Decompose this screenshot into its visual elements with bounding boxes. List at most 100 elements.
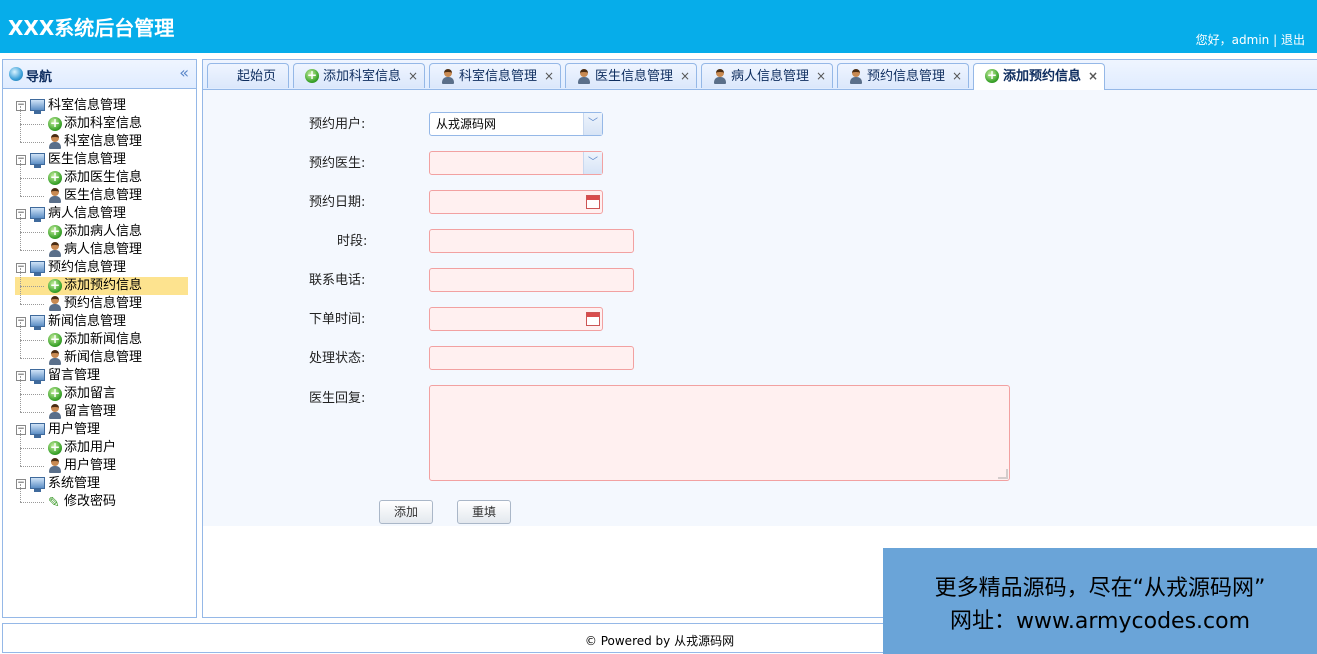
tree-line xyxy=(20,142,44,143)
tree-item[interactable]: + 添加医生信息 xyxy=(3,160,196,187)
calendar-icon[interactable] xyxy=(586,312,600,326)
tree-line xyxy=(20,430,21,448)
tree-line xyxy=(20,124,44,125)
collapse-toggle-icon[interactable]: − xyxy=(16,155,26,165)
tab-label: 预约信息管理 xyxy=(867,69,946,84)
add-icon: + xyxy=(48,170,62,185)
tree-item[interactable]: 病人信息管理 xyxy=(3,232,196,259)
period-label: 时段: xyxy=(337,234,368,249)
tree-line xyxy=(20,250,44,251)
tree-group[interactable]: − 科室信息管理 xyxy=(3,97,196,115)
collapse-toggle-icon[interactable]: − xyxy=(16,479,26,489)
collapse-toggle-icon[interactable]: − xyxy=(16,425,26,435)
calendar-icon[interactable] xyxy=(586,195,600,209)
phone-input[interactable] xyxy=(429,268,634,292)
tree-line xyxy=(20,376,21,394)
close-icon[interactable]: × xyxy=(680,64,690,89)
nav-tree: − 科室信息管理 + 添加科室信息 科室信息管理 − 医生信息管理 + 添加医生信息 医生信息管理… xyxy=(3,97,196,511)
tree-line xyxy=(20,268,21,286)
reply-textarea[interactable] xyxy=(429,385,1010,481)
user-label: 预约用户: xyxy=(309,117,366,132)
chevron-down-icon[interactable]: ﹀ xyxy=(583,113,602,135)
tree-group[interactable]: − 新闻信息管理 xyxy=(3,313,196,331)
collapse-icon[interactable]: « xyxy=(179,63,189,82)
tree-group-label: 系统管理 xyxy=(48,476,101,491)
logout-link[interactable]: 退出 xyxy=(1281,33,1305,47)
tab[interactable]: 预约信息管理 × xyxy=(837,63,969,88)
user-icon xyxy=(48,458,62,473)
add-icon: + xyxy=(48,116,62,131)
collapse-toggle-icon[interactable]: − xyxy=(16,209,26,219)
tree-line xyxy=(20,394,44,395)
doctor-select[interactable]: ﹀ xyxy=(429,151,603,175)
phone-label: 联系电话: xyxy=(309,273,366,288)
user-select[interactable]: 从戎源码网 ﹀ xyxy=(429,112,603,136)
tab-label: 起始页 xyxy=(237,69,277,84)
date-input[interactable] xyxy=(429,190,603,214)
computer-icon xyxy=(30,315,45,330)
tree-group[interactable]: − 医生信息管理 xyxy=(3,151,196,169)
tree-item[interactable]: 医生信息管理 xyxy=(3,178,196,205)
tab[interactable]: + 添加科室信息 × xyxy=(293,63,425,88)
resize-handle-icon[interactable] xyxy=(998,469,1008,479)
tree-item[interactable]: + 添加留言 xyxy=(3,376,196,403)
tree-group-label: 医生信息管理 xyxy=(48,152,127,167)
computer-icon xyxy=(30,261,45,276)
tree-item-label: 添加用户 xyxy=(64,440,117,455)
tab-bar: 起始页 + 添加科室信息 × 科室信息管理 × 医生信息管理 × 病人信息管理 × 预约信息管理 × +… xyxy=(203,60,1317,90)
tree-group-label: 留言管理 xyxy=(48,368,101,383)
close-icon[interactable]: × xyxy=(1088,64,1098,89)
tree-item[interactable]: + 添加病人信息 xyxy=(3,214,196,241)
tree-item[interactable]: 用户管理 xyxy=(3,448,196,475)
tree-item-label: 添加科室信息 xyxy=(64,116,143,131)
close-icon[interactable]: × xyxy=(952,64,962,89)
period-input[interactable] xyxy=(429,229,634,253)
tree-item[interactable]: 新闻信息管理 xyxy=(3,340,196,367)
tree-group[interactable]: − 系统管理 xyxy=(3,475,196,493)
tree-group[interactable]: − 预约信息管理 xyxy=(3,259,196,277)
collapse-toggle-icon[interactable]: − xyxy=(16,101,26,111)
doctor-label: 预约医生: xyxy=(309,156,366,171)
collapse-toggle-icon[interactable]: − xyxy=(16,317,26,327)
close-icon[interactable]: × xyxy=(544,64,554,89)
tree-group[interactable]: − 病人信息管理 xyxy=(3,205,196,223)
tab-label: 病人信息管理 xyxy=(731,69,810,84)
top-header: XXX系统后台管理 您好，admin | 退出 xyxy=(0,0,1317,53)
separator: | xyxy=(1273,33,1278,47)
collapse-toggle-icon[interactable]: − xyxy=(16,371,26,381)
tab[interactable]: 医生信息管理 × xyxy=(565,63,697,88)
pencil-icon: ✎ xyxy=(48,495,60,511)
tree-line xyxy=(20,286,21,304)
submit-button[interactable]: 添加 xyxy=(379,500,433,524)
tree-item[interactable]: ✎ 修改密码 xyxy=(3,484,196,511)
add-icon: + xyxy=(48,332,62,347)
tree-group[interactable]: − 留言管理 xyxy=(3,367,196,385)
tree-group[interactable]: − 用户管理 xyxy=(3,421,196,439)
tree-item[interactable]: + 添加科室信息 xyxy=(3,106,196,133)
computer-icon xyxy=(30,423,45,438)
tab[interactable]: 病人信息管理 × xyxy=(701,63,833,88)
tree-item[interactable]: 预约信息管理 xyxy=(3,286,196,313)
tree-line xyxy=(20,448,21,466)
chevron-down-icon[interactable]: ﹀ xyxy=(583,152,602,174)
reset-button[interactable]: 重填 xyxy=(457,500,511,524)
tab[interactable]: 起始页 xyxy=(207,63,289,88)
tree-line xyxy=(20,340,44,341)
tree-group-label: 科室信息管理 xyxy=(48,98,127,113)
add-icon: + xyxy=(305,68,319,83)
computer-icon xyxy=(30,207,45,222)
tree-line xyxy=(20,394,21,412)
order-time-input[interactable] xyxy=(429,307,603,331)
tab[interactable]: + 添加预约信息 × xyxy=(973,63,1105,90)
tree-item[interactable]: + 添加预约信息 xyxy=(3,268,196,295)
user-icon xyxy=(713,69,727,84)
tree-item[interactable]: + 添加新闻信息 xyxy=(3,322,196,349)
tree-item[interactable]: 留言管理 xyxy=(3,394,196,421)
collapse-toggle-icon[interactable]: − xyxy=(16,263,26,273)
close-icon[interactable]: × xyxy=(816,64,826,89)
tab[interactable]: 科室信息管理 × xyxy=(429,63,561,88)
tree-item[interactable]: 科室信息管理 xyxy=(3,124,196,151)
status-input[interactable] xyxy=(429,346,634,370)
close-icon[interactable]: × xyxy=(408,64,418,89)
tree-item[interactable]: + 添加用户 xyxy=(3,430,196,457)
